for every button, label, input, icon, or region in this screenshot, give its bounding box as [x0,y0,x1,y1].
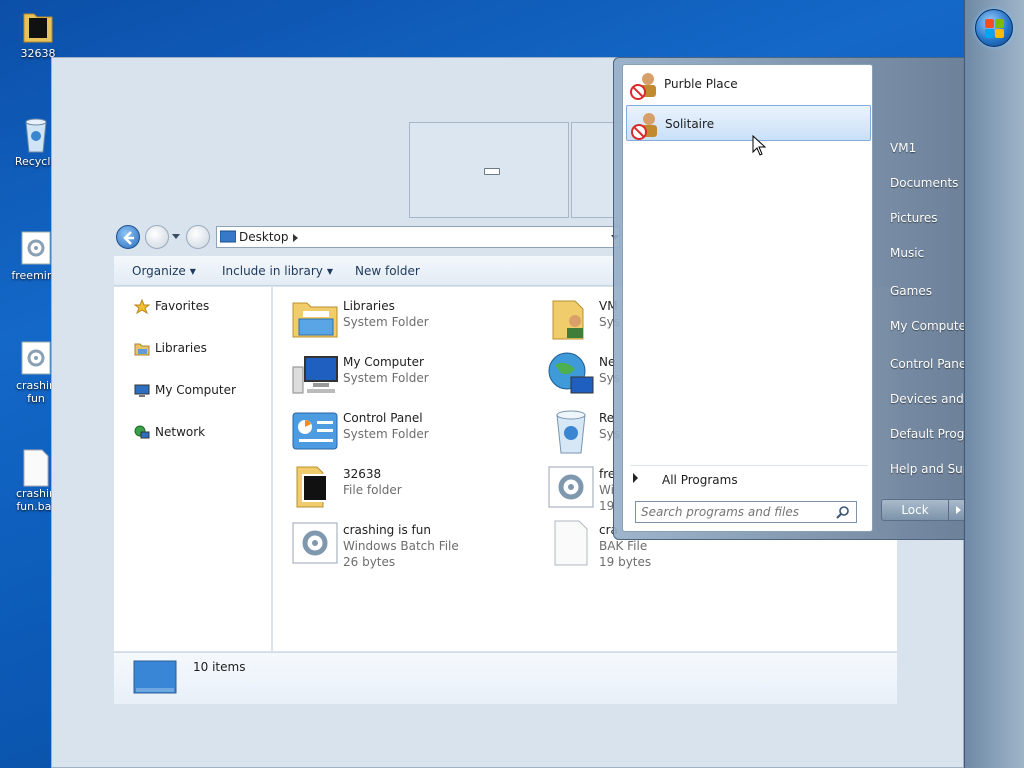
start-button[interactable] [975,9,1013,47]
program-solitaire[interactable]: Solitaire [626,105,871,141]
arrow-left-icon [123,231,134,245]
batch-file-icon [20,230,52,266]
network-icon [548,352,594,394]
navigation-bar: Desktop [114,222,634,252]
address-text: Desktop [239,230,289,244]
computer-icon [292,356,338,394]
minimized-window-icon [484,168,500,175]
details-pane: 10 items [114,652,897,704]
breadcrumb-arrow-icon[interactable] [293,234,298,242]
blank-file-icon [20,448,52,487]
include-in-library-button[interactable]: Include in library ▼ [222,264,333,278]
computer-icon [134,384,150,397]
chevron-down-icon: ▼ [189,267,196,276]
forward-button[interactable] [145,225,169,249]
blocked-user-icon [631,113,657,140]
start-menu-programs-pane: Purble Place Solitaire All Programs [622,64,873,532]
start-search-box[interactable] [635,501,857,523]
libraries-icon [134,343,150,356]
start-search-input[interactable] [636,502,826,522]
item-count: 10 items [193,660,246,674]
batch-file-icon [548,466,594,508]
taskbar [964,0,1024,768]
batch-file-icon [20,340,52,376]
list-item-crashing-is-fun[interactable]: crashing is fun Windows Batch File 26 by… [291,519,531,569]
windows-logo-icon [985,19,994,28]
organize-button[interactable]: Organize ▼ [132,264,196,278]
arrow-right-icon [633,473,638,483]
command-bar: Organize ▼ Include in library ▼ New folder [114,256,614,286]
start-right-my-computer[interactable]: My Computer [890,319,971,333]
start-right-pictures[interactable]: Pictures [890,211,938,225]
folder-icon [296,466,328,508]
chevron-down-icon: ▼ [326,267,334,276]
program-purble-place[interactable]: Purble Place [626,66,871,102]
recycle-bin-icon [556,410,586,454]
list-item-my-computer[interactable]: My Computer System Folder [291,351,531,401]
libraries-icon [292,302,338,338]
mouse-pointer-icon [752,135,766,156]
new-folder-button[interactable]: New folder [355,264,420,278]
blocked-user-icon [630,73,656,100]
start-right-music[interactable]: Music [890,246,924,260]
list-item-libraries[interactable]: Libraries System Folder [291,295,531,345]
folder-icon [22,8,54,44]
recycle-bin-icon [20,116,52,153]
all-programs-button[interactable]: All Programs [630,465,868,489]
batch-file-icon [292,522,338,564]
search-icon [836,506,849,519]
refresh-button[interactable] [186,225,210,249]
blank-file-icon [554,520,588,566]
list-item-control-panel[interactable]: Control Panel System Folder [291,407,531,457]
desktop-icon [133,660,177,694]
start-right-documents[interactable]: Documents [890,176,958,190]
desktop-icon [220,230,236,243]
network-icon [134,425,150,439]
desktop-icon-32638[interactable]: 32638 [10,8,66,60]
lock-button[interactable]: Lock [881,499,949,521]
star-icon [134,299,150,315]
start-right-control-panel[interactable]: Control Panel [890,357,970,371]
start-right-vm1[interactable]: VM1 [890,141,916,155]
start-right-games[interactable]: Games [890,284,932,298]
address-bar[interactable]: Desktop [216,226,620,248]
navigation-pane: Favorites Libraries My Computer Network [114,287,272,651]
thumbnail-1[interactable] [409,122,569,218]
recent-pages-chevron-icon[interactable] [172,234,180,239]
user-folder-icon [552,300,584,340]
start-menu: Purble Place Solitaire All Programs VM1 … [613,57,1024,540]
control-panel-icon [292,412,338,450]
list-item-32638-folder[interactable]: 32638 File folder [291,463,531,513]
back-button[interactable] [116,225,140,249]
